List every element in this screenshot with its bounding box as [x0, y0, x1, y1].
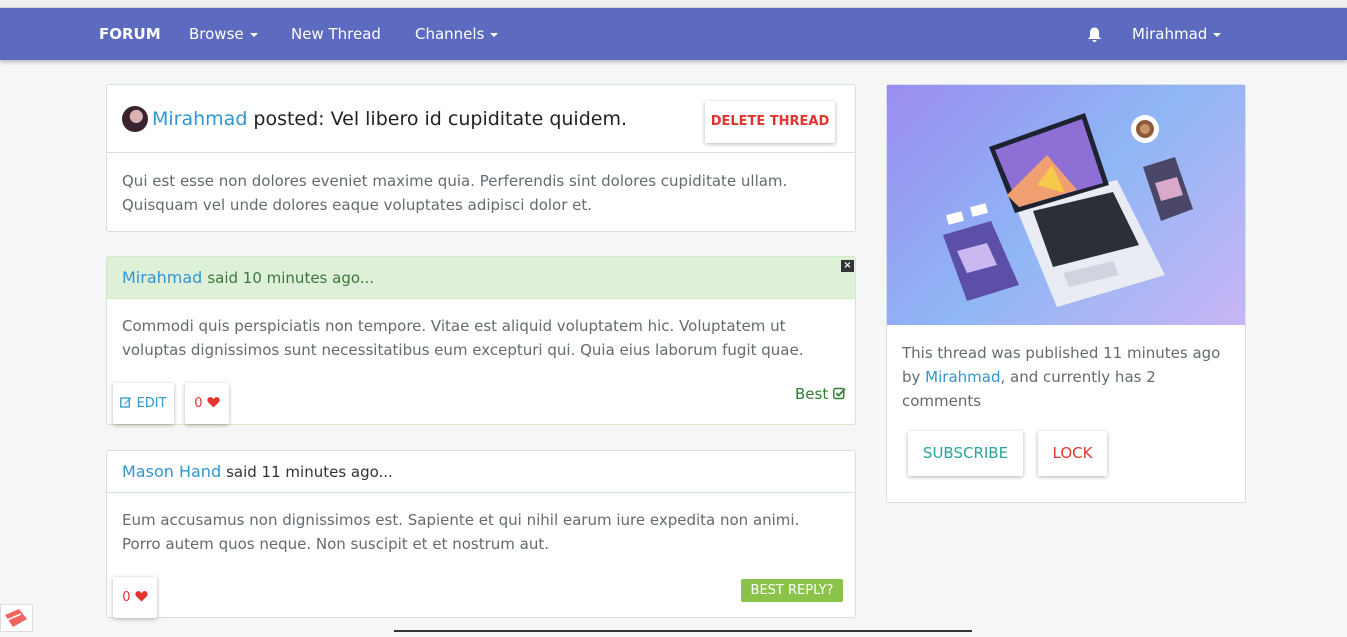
reply-header: Mason Hand said 11 minutes ago...	[107, 451, 855, 493]
lock-button[interactable]: LOCK	[1038, 431, 1107, 476]
thread-body: Qui est esse non dolores eveniet maxime …	[122, 172, 788, 214]
thread-title: Mirahmad posted: Vel libero id cupiditate…	[152, 85, 627, 153]
reply-meta: Mason Hand said 11 minutes ago...	[122, 451, 393, 493]
user-label: Mirahmad	[1132, 25, 1208, 43]
reply-meta: Mirahmad said 10 minutes ago...	[122, 257, 374, 299]
info-author-link[interactable]: Mirahmad	[925, 368, 1000, 386]
reply-time: said 11 minutes ago...	[226, 463, 393, 481]
reply-card: Mason Hand said 11 minutes ago... Eum acc…	[106, 450, 856, 618]
new-thread-link[interactable]: New Thread	[291, 8, 381, 60]
reply-card-best: Mirahmad said 10 minutes ago... × Commodi…	[106, 256, 856, 425]
edit-reply-button[interactable]: EDIT	[113, 383, 174, 424]
browse-label: Browse	[189, 25, 244, 43]
reply-body: Eum accusamus non dignissimos est. Sapie…	[122, 511, 800, 553]
favorite-button[interactable]: 0	[185, 383, 229, 424]
best-reply-indicator: Best	[795, 385, 846, 403]
laptop-mockup-illustration	[943, 113, 1193, 307]
favorite-button[interactable]: 0	[113, 577, 157, 618]
best-label: Best	[795, 385, 829, 403]
thread-author-link[interactable]: Mirahmad	[152, 108, 247, 130]
channels-dropdown[interactable]: Channels	[415, 8, 499, 60]
thread-card: Mirahmad posted: Vel libero id cupiditate…	[106, 84, 856, 232]
caret-down-icon	[249, 32, 258, 37]
delete-thread-button[interactable]: DELETE THREAD	[705, 101, 835, 143]
user-dropdown[interactable]: Mirahmad	[1132, 8, 1222, 60]
favorite-count: 0	[194, 396, 203, 411]
close-icon[interactable]: ×	[841, 260, 854, 272]
thread-cover-image	[887, 85, 1245, 325]
browse-dropdown[interactable]: Browse	[189, 8, 258, 60]
thread-header: Mirahmad posted: Vel libero id cupiditate…	[107, 85, 855, 153]
subscribe-button[interactable]: SUBSCRIBE	[908, 431, 1023, 476]
heart-icon	[207, 397, 220, 408]
reply-body: Commodi quis perspiciatis non tempore. V…	[122, 317, 804, 359]
bell-icon	[1088, 27, 1101, 42]
edit-icon	[120, 397, 132, 408]
browser-top-strip	[0, 0, 1347, 8]
brand-link[interactable]: FORUM	[99, 8, 161, 60]
caret-down-icon	[1213, 32, 1222, 37]
thread-info-text: This thread was published 11 minutes ago…	[902, 341, 1232, 413]
reply-header: Mirahmad said 10 minutes ago... ×	[107, 257, 855, 299]
thread-posted-text: posted: Vel libero id cupiditate quidem.	[253, 108, 628, 130]
heart-icon	[135, 591, 148, 602]
best-reply-button[interactable]: BEST REPLY?	[741, 579, 843, 602]
reply-author-link[interactable]: Mason Hand	[122, 462, 221, 481]
debugbar-icon[interactable]	[0, 604, 33, 632]
reply-author-link[interactable]: Mirahmad	[122, 268, 202, 287]
caret-down-icon	[490, 32, 499, 37]
avatar	[122, 106, 148, 132]
notifications-button[interactable]	[1087, 8, 1103, 60]
thread-info-card: This thread was published 11 minutes ago…	[886, 84, 1246, 503]
check-square-icon	[833, 387, 846, 400]
navbar: FORUM Browse New Thread Channels Mirahma…	[0, 8, 1347, 60]
edit-label: EDIT	[136, 396, 167, 411]
favorite-count: 0	[122, 590, 131, 605]
debugbar-logo-icon	[5, 609, 27, 627]
channels-label: Channels	[415, 25, 485, 43]
reply-time: said 10 minutes ago...	[207, 269, 375, 287]
